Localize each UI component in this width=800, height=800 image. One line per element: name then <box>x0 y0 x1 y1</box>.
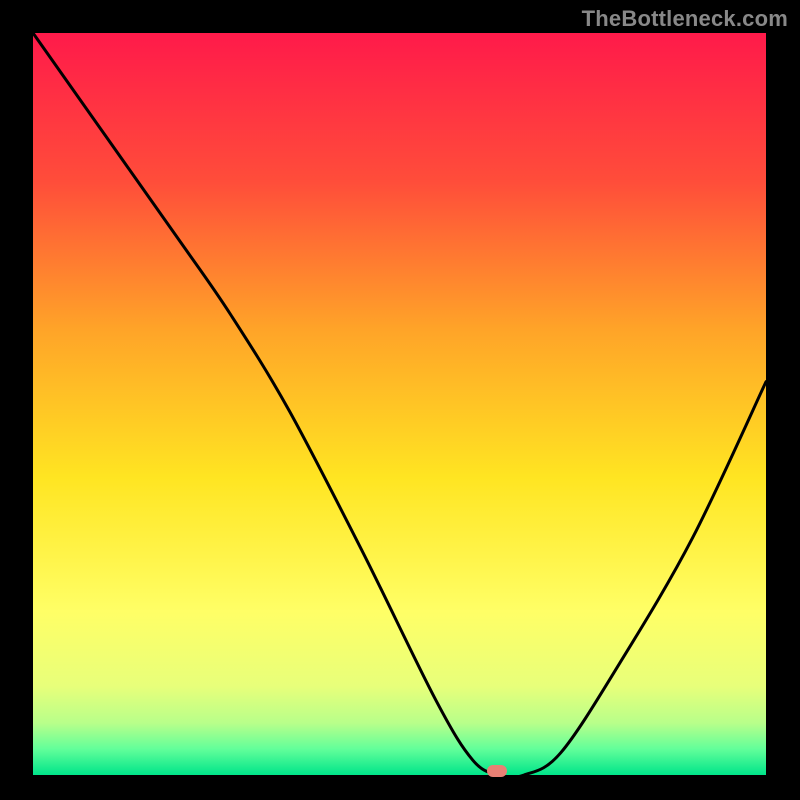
chart-stage: TheBottleneck.com <box>0 0 800 800</box>
watermark-label: TheBottleneck.com <box>582 6 788 32</box>
chart-svg <box>0 0 800 800</box>
optimum-marker <box>487 765 507 777</box>
plot-background <box>33 33 766 775</box>
